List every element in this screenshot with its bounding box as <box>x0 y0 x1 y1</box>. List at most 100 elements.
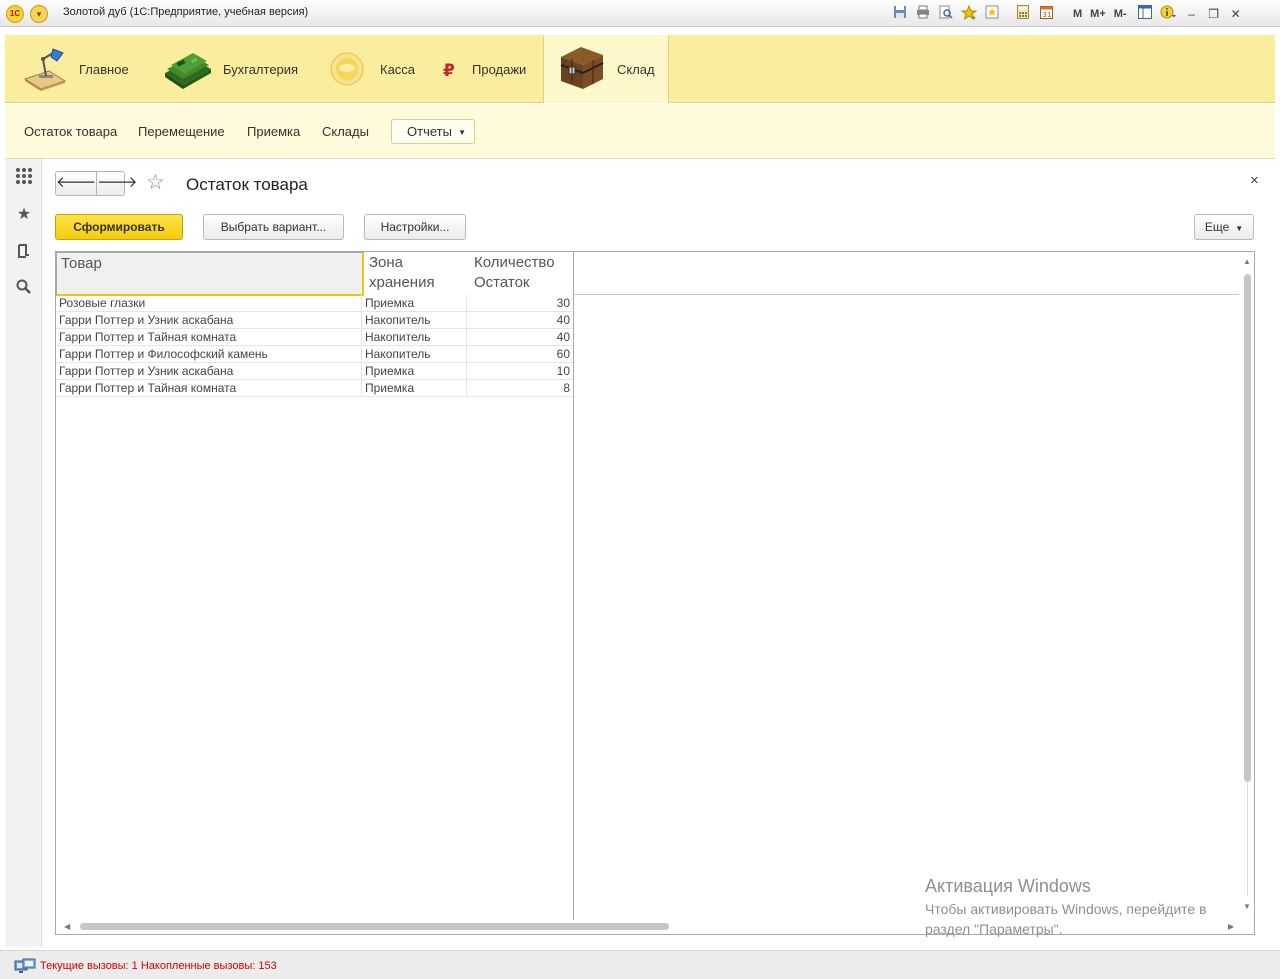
cell-zone: Приемка <box>365 296 415 310</box>
money-stack-icon <box>163 47 213 91</box>
section-cash[interactable]: Касса <box>330 35 425 103</box>
form-close-icon[interactable]: × <box>1250 172 1259 189</box>
scroll-left-icon[interactable]: ◀ <box>64 922 70 931</box>
table-row[interactable]: Гарри Поттер и Узник аскабана Накопитель… <box>56 312 573 329</box>
more-label: Еще <box>1204 220 1230 234</box>
reports-label: Отчеты <box>407 124 452 139</box>
choose-variant-button[interactable]: Выбрать вариант... <box>203 214 344 240</box>
favorites-icon[interactable] <box>982 5 1002 23</box>
favorite-star-icon[interactable]: ☆ <box>146 172 165 194</box>
section-label: Бухгалтерия <box>223 61 299 77</box>
title-bar: 1С ▾ Золотой дуб (1С:Предприятие, учебна… <box>0 0 1280 27</box>
forward-arrow-icon[interactable]: 🡒 <box>97 172 137 195</box>
table-row[interactable]: Гарри Поттер и Тайная комната Накопитель… <box>56 329 573 346</box>
column-header-zone: Зона хранения <box>365 252 470 296</box>
print-icon[interactable] <box>913 5 933 23</box>
memory-button[interactable]: M <box>1073 5 1082 23</box>
table-row[interactable]: Розовые глазки Приемка 30 <box>56 295 573 312</box>
ruble-icon: ₽ <box>441 47 463 91</box>
chest-icon <box>557 47 607 91</box>
header-divider <box>573 294 1239 295</box>
cell-quantity: 40 <box>556 313 570 327</box>
vertical-scrollbar[interactable]: ▲ ▼ <box>1241 252 1254 920</box>
calendar-icon[interactable]: 31 <box>1036 5 1056 23</box>
sections-panel: Главное Бухгалтерия Касса ₽ Продажи Скла… <box>5 35 1275 103</box>
memory-minus-button[interactable]: M- <box>1114 5 1127 23</box>
server-calls-status: Текущие вызовы: 1 Накопленные вызовы: 15… <box>40 960 277 972</box>
column-header-line: Количество <box>474 254 555 271</box>
search-icon[interactable] <box>14 279 34 299</box>
app-logo-icon: 1С <box>6 5 24 23</box>
section-label: Склад <box>617 61 655 77</box>
watermark-text: Чтобы активировать Windows, перейдите в … <box>925 899 1245 939</box>
table-row[interactable]: Гарри Поттер и Тайная комната Приемка 8 <box>56 380 573 397</box>
cell-quantity: 40 <box>556 330 570 344</box>
cell-quantity: 60 <box>556 347 570 361</box>
cmd-transfer[interactable]: Перемещение <box>138 124 225 139</box>
column-header-line: хранения <box>369 274 435 291</box>
svg-text:₽: ₽ <box>443 61 455 81</box>
all-functions-icon[interactable] <box>14 167 34 187</box>
cell-quantity: 10 <box>556 364 570 378</box>
preview-icon[interactable] <box>936 5 956 23</box>
server-calls-icon[interactable] <box>14 958 36 974</box>
vertical-scroll-thumb[interactable] <box>1244 274 1251 782</box>
memory-plus-button[interactable]: M+ <box>1090 5 1106 23</box>
page-title: Остаток товара <box>186 175 308 194</box>
windows-activation-watermark: Активация Windows Чтобы активировать Win… <box>925 875 1245 939</box>
settings-button[interactable]: Настройки... <box>364 214 466 240</box>
cell-product: Гарри Поттер и Философский камень <box>59 347 268 361</box>
history-icon[interactable] <box>14 242 34 262</box>
cell-zone: Приемка <box>365 381 415 395</box>
section-label: Касса <box>380 61 416 77</box>
cell-quantity: 8 <box>563 381 570 395</box>
cmd-warehouses[interactable]: Склады <box>322 124 369 139</box>
add-favorite-icon[interactable]: + <box>959 4 979 23</box>
calculator-icon[interactable] <box>1013 5 1033 23</box>
section-warehouse[interactable]: Склад <box>543 35 669 103</box>
section-accounting[interactable]: Бухгалтерия <box>163 35 313 103</box>
table-row[interactable]: Гарри Поттер и Философский камень Накопи… <box>56 346 573 363</box>
cell-product: Розовые глазки <box>59 296 146 310</box>
cell-product: Гарри Поттер и Тайная комната <box>59 330 237 344</box>
watermark-line: раздел "Параметры". <box>925 921 1063 937</box>
svg-text:31: 31 <box>1042 11 1051 19</box>
cell-product: Гарри Поттер и Тайная комната <box>59 381 237 395</box>
restore-icon[interactable]: ❐ <box>1203 5 1225 23</box>
more-button[interactable]: Еще ▼ <box>1194 214 1254 240</box>
reports-dropdown[interactable]: Отчеты ▼ <box>391 119 475 144</box>
info-icon[interactable] <box>1158 5 1178 23</box>
report-form: 🡐 🡒 ☆ Остаток товара × Сформировать Выбр… <box>42 159 1275 947</box>
panels-icon[interactable] <box>1135 5 1155 23</box>
section-main[interactable]: Главное <box>19 35 149 103</box>
vertical-scroll-track <box>1247 782 1248 896</box>
column-header-line: Остаток <box>474 274 530 291</box>
cmd-receiving[interactable]: Приемка <box>247 124 300 139</box>
chevron-down-icon: ▼ <box>458 128 466 137</box>
report-spreadsheet[interactable]: Товар Зона хранения Количество Остаток Р… <box>55 251 1255 935</box>
svg-text:+: + <box>971 14 977 21</box>
generate-button[interactable]: Сформировать <box>55 214 183 240</box>
cell-product: Гарри Поттер и Узник аскабана <box>59 364 234 378</box>
back-arrow-icon[interactable]: 🡐 <box>56 172 98 195</box>
cmd-stock-balance[interactable]: Остаток товара <box>24 124 117 139</box>
section-label: Главное <box>79 61 129 77</box>
table-right-border <box>573 252 574 920</box>
cell-quantity: 30 <box>556 296 570 310</box>
scroll-up-icon[interactable]: ▲ <box>1243 257 1251 266</box>
save-icon[interactable] <box>890 5 910 23</box>
watermark-line: Чтобы активировать Windows, перейдите в <box>925 901 1207 917</box>
favorites-star-icon[interactable]: ★ <box>14 205 34 225</box>
main-menu-icon[interactable]: ▾ <box>30 5 48 23</box>
coin-icon <box>330 47 380 91</box>
cell-zone: Приемка <box>365 364 415 378</box>
cell-product: Гарри Поттер и Узник аскабана <box>59 313 234 327</box>
section-sales[interactable]: ₽ Продажи <box>441 35 539 103</box>
minimize-icon[interactable]: – <box>1181 5 1203 23</box>
table-row[interactable]: Гарри Поттер и Узник аскабана Приемка 10 <box>56 363 573 380</box>
horizontal-scroll-thumb[interactable] <box>80 923 669 930</box>
cell-zone: Накопитель <box>365 330 431 344</box>
window-close-icon[interactable]: ✕ <box>1225 5 1247 23</box>
command-panel: Остаток товара Перемещение Приемка Склад… <box>5 104 1275 159</box>
title-toolbar: + 31 M M+ M- – ❐ ✕ <box>890 4 1247 24</box>
